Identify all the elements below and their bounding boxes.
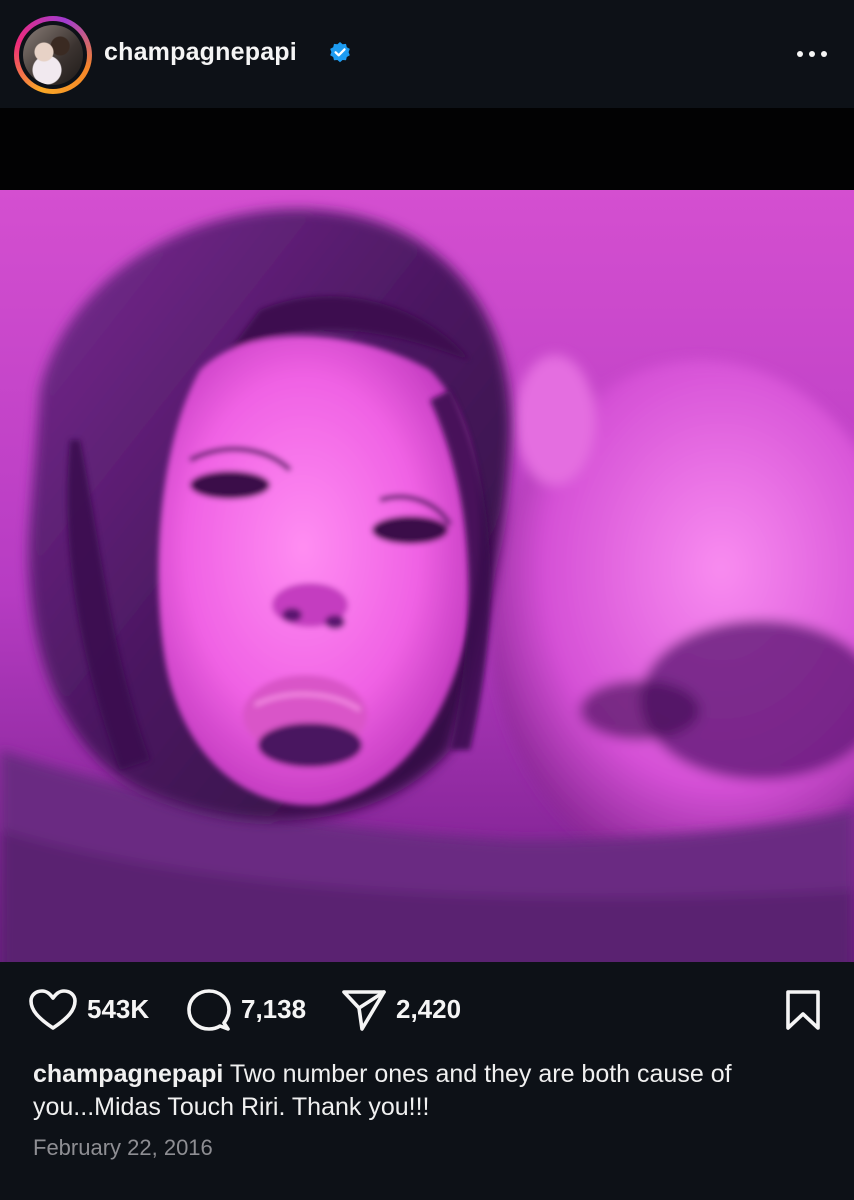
comments-count[interactable]: 7,138 <box>241 994 306 1025</box>
heart-icon[interactable] <box>28 988 78 1032</box>
post-media[interactable] <box>0 108 854 962</box>
post-caption: champagnepapi Two number ones and they a… <box>33 1058 823 1124</box>
more-options-icon[interactable] <box>792 42 832 66</box>
post-header: champagnepapi <box>0 0 854 108</box>
post-actions: 543K 7,138 2,420 <box>0 962 854 1058</box>
shares-count[interactable]: 2,420 <box>396 994 461 1025</box>
post-date: February 22, 2016 <box>33 1135 213 1160</box>
share-icon[interactable] <box>340 988 388 1032</box>
caption-username[interactable]: champagnepapi <box>33 1060 223 1088</box>
likes-count[interactable]: 543K <box>87 994 149 1025</box>
comment-icon[interactable] <box>186 988 232 1032</box>
post-photo <box>0 190 854 962</box>
bookmark-icon[interactable] <box>784 988 822 1032</box>
avatar[interactable] <box>19 21 87 89</box>
story-ring[interactable] <box>14 16 92 94</box>
username-link[interactable]: champagnepapi <box>104 38 297 67</box>
avatar-image[interactable] <box>23 25 83 85</box>
verified-badge-icon <box>330 42 350 63</box>
